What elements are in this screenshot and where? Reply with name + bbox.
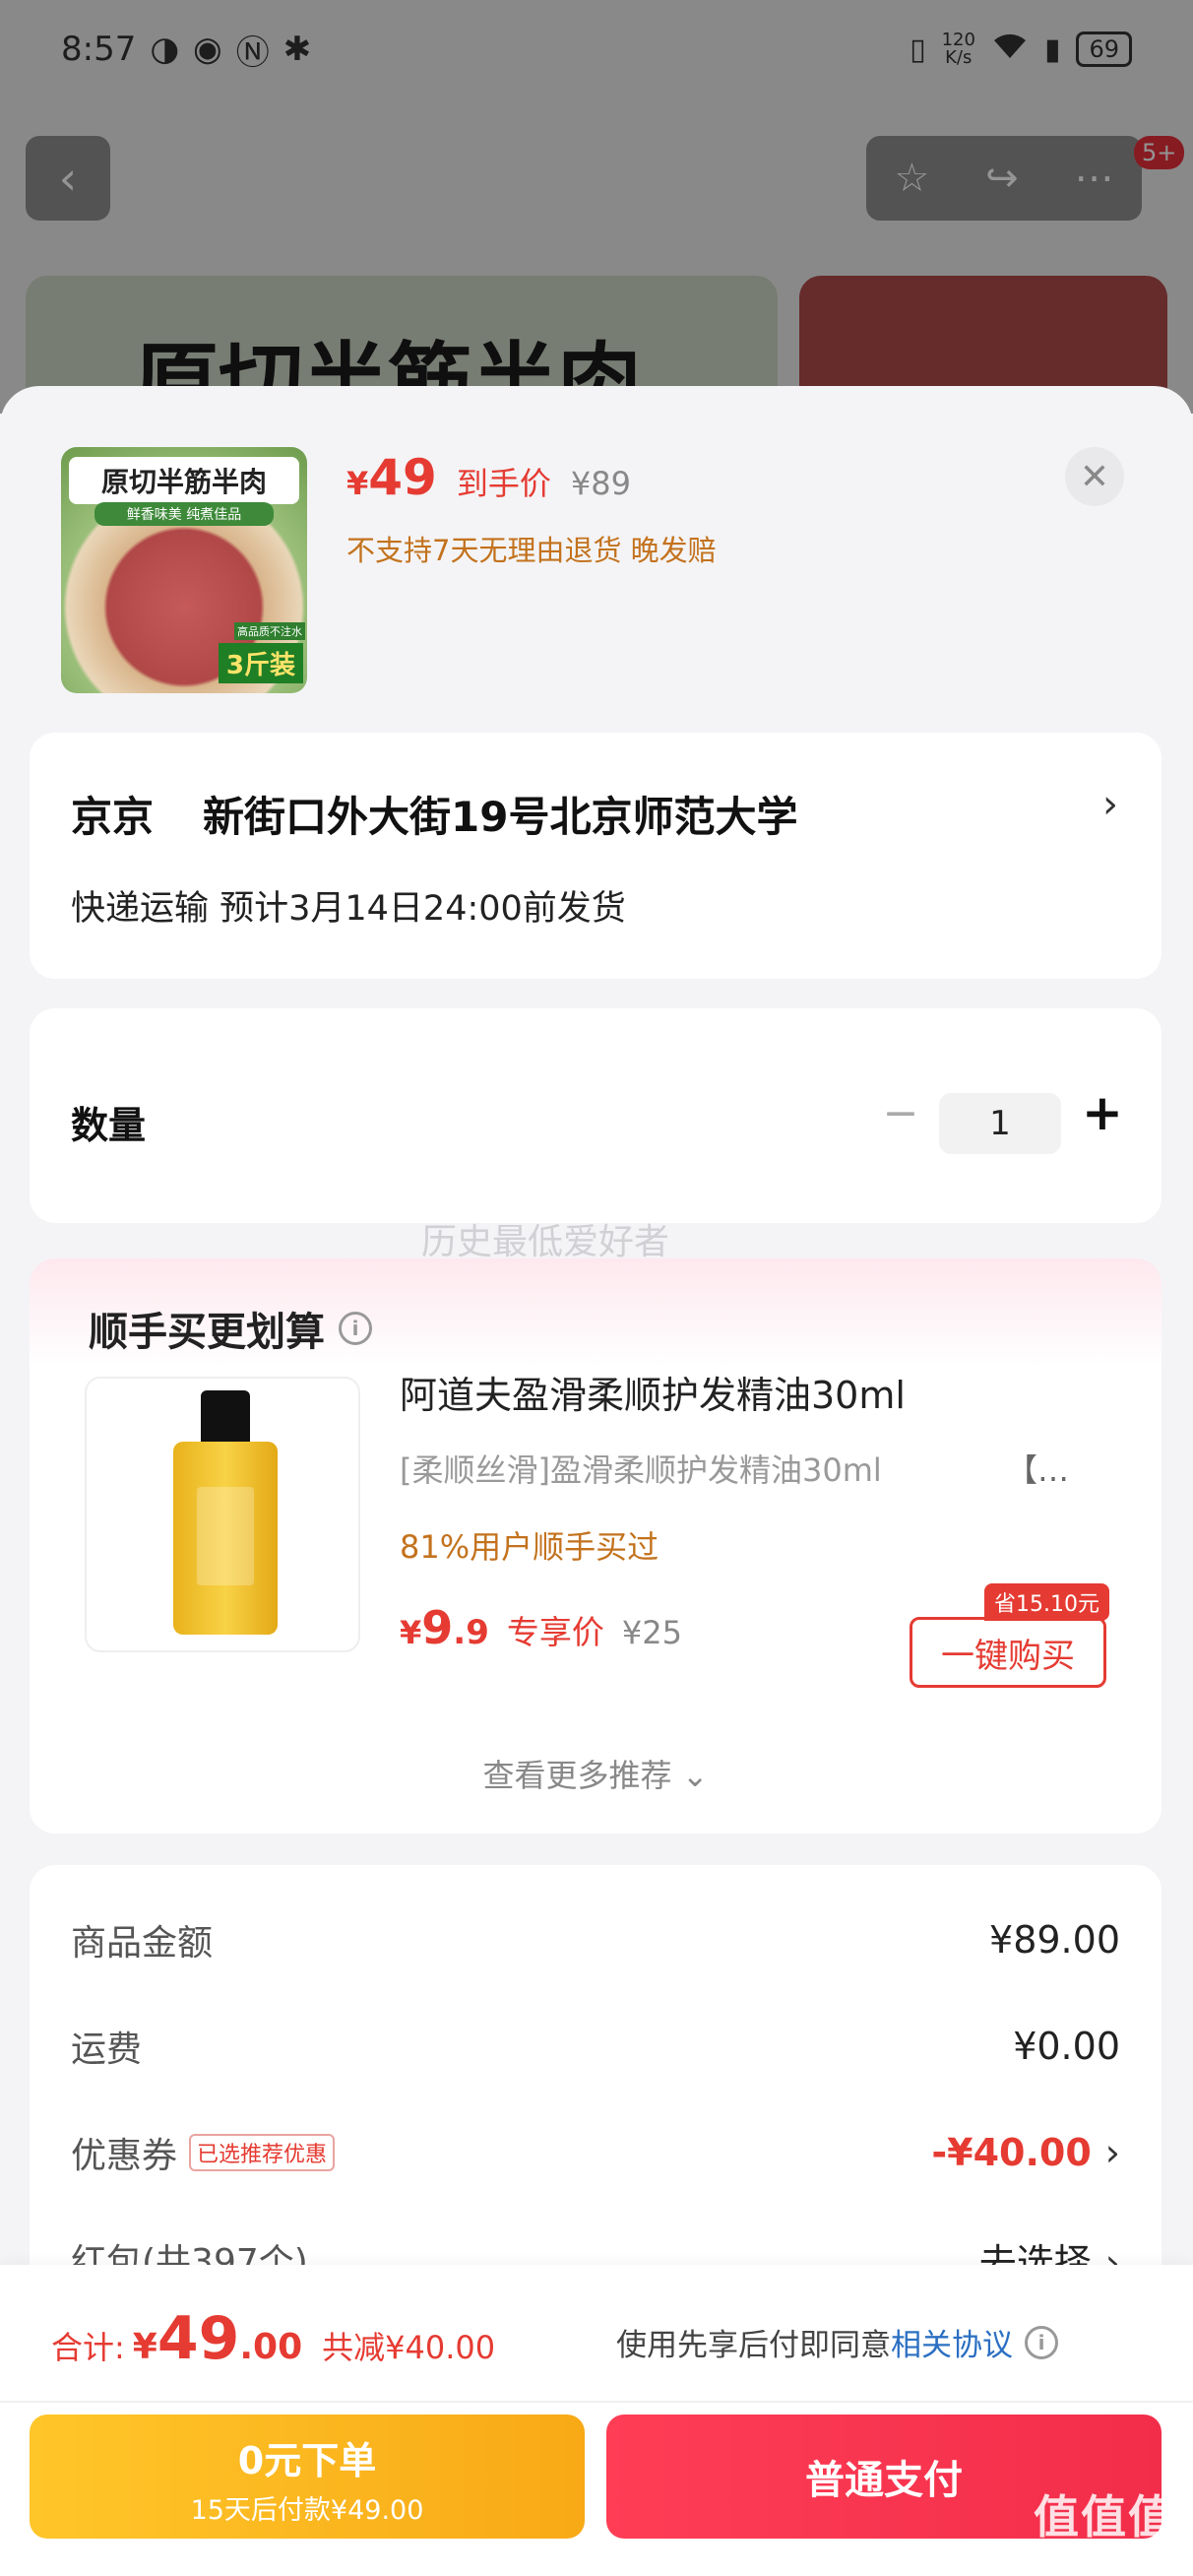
one-click-buy-button[interactable]: 一键购买: [910, 1617, 1106, 1688]
save-badge: 省15.10元: [984, 1583, 1109, 1621]
dim-overlay[interactable]: [0, 0, 1193, 414]
recommend-price-row: ¥9.9 专享价 ¥25: [400, 1601, 682, 1654]
recommend-price: ¥9.9: [400, 1601, 489, 1654]
chevron-right-icon: ›: [1102, 782, 1118, 827]
summary-row-subtotal: 商品金额 ¥89.00: [71, 1918, 1120, 1964]
recommend-original-price: ¥25: [621, 1614, 682, 1651]
shipping-estimate: 快递运输 预计3月14日24:00前发货: [71, 889, 626, 929]
total-price: ¥49.00: [132, 2304, 303, 2373]
product-price: ¥49: [346, 449, 437, 506]
summary-row-shipping: 运费 ¥0.00: [71, 2025, 1120, 2070]
recommend-product-desc: [柔顺丝滑]盈滑柔顺护发精油30ml 【…: [400, 1446, 1069, 1491]
price-note: 到手价: [456, 465, 551, 502]
recommend-product-name[interactable]: 阿道夫盈滑柔顺护发精油30ml: [400, 1365, 906, 1419]
watermark-text: 历史最低爱好者: [421, 1222, 670, 1262]
quantity-increase-button[interactable]: +: [1073, 1083, 1132, 1142]
total-row: 合计: ¥49.00 共减¥40.00: [51, 2304, 495, 2373]
info-icon[interactable]: i: [1025, 2325, 1058, 2359]
summary-row-coupon[interactable]: 优惠券 已选推荐优惠 -¥40.00 ›: [71, 2123, 1120, 2182]
address-line: 京京 新街口外大街19号北京师范大学: [71, 784, 797, 844]
price-row: ¥49 到手价 ¥89: [346, 449, 631, 506]
recommend-title: 顺手买更划算 i: [89, 1300, 372, 1357]
address-detail: 新街口外大街19号北京师范大学: [203, 793, 798, 841]
return-policy-note: 不支持7天无理由退货 晚发赔: [346, 534, 717, 567]
coupon-tag: 已选推荐优惠: [189, 2134, 336, 2171]
close-icon: ✕: [1079, 456, 1110, 497]
site-watermark: 值值值 zhizhizhi.com: [1034, 2490, 1175, 2565]
pay-later-button[interactable]: 0元下单 15天后付款¥49.00: [30, 2415, 585, 2539]
total-label: 合计:: [51, 2329, 125, 2366]
checkout-sheet: 原切半筋半肉 鲜香味美 纯煮佳品 高品质不注水 3斤装 ¥49 到手价 ¥89 …: [0, 386, 1193, 2576]
quantity-input[interactable]: 1: [939, 1093, 1061, 1154]
product-header: 原切半筋半肉 鲜香味美 纯煮佳品 高品质不注水 3斤装 ¥49 到手价 ¥89 …: [61, 447, 1144, 693]
more-recommendations-link[interactable]: 查看更多推荐 ⌄: [30, 1751, 1162, 1796]
recommend-product-image[interactable]: [85, 1377, 360, 1652]
agreement-row: 使用先享后付即同意 相关协议 i: [616, 2320, 1058, 2364]
quantity-card: 数量 − 1 +: [30, 1008, 1162, 1223]
quantity-label: 数量: [71, 1104, 147, 1147]
chevron-down-icon: ⌄: [681, 1757, 709, 1794]
address-card[interactable]: 京京 新街口外大街19号北京师范大学 › 快递运输 预计3月14日24:00前发货: [30, 733, 1162, 979]
bottom-checkout-bar: 合计: ¥49.00 共减¥40.00 使用先享后付即同意 相关协议 i 0元下…: [0, 2265, 1193, 2576]
divider: [0, 2401, 1193, 2403]
close-button[interactable]: ✕: [1065, 447, 1124, 506]
original-price: ¥89: [570, 465, 631, 502]
recommend-social-proof: 81%用户顺手买过: [400, 1528, 659, 1566]
quantity-decrease-button[interactable]: −: [871, 1083, 930, 1142]
recommend-price-note: 专享价: [506, 1613, 604, 1651]
total-discount: 共减¥40.00: [322, 2329, 496, 2366]
chevron-right-icon: ›: [1104, 2131, 1120, 2174]
product-thumbnail: 原切半筋半肉 鲜香味美 纯煮佳品 高品质不注水 3斤装: [61, 447, 307, 693]
info-icon[interactable]: i: [339, 1312, 372, 1345]
agreement-link[interactable]: 相关协议: [891, 2320, 1013, 2364]
recommend-card: 顺手买更划算 i 阿道夫盈滑柔顺护发精油30ml [柔顺丝滑]盈滑柔顺护发精油3…: [30, 1258, 1162, 1834]
recipient-name: 京京: [71, 793, 155, 841]
